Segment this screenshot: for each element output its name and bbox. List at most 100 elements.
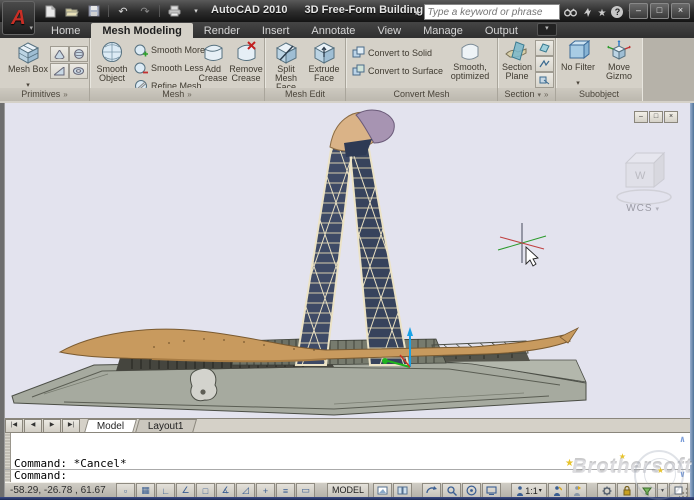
communication-center-icon[interactable] <box>582 7 593 18</box>
smooth-less-button[interactable]: Smooth Less <box>134 60 204 75</box>
mesh-torus-button[interactable] <box>69 63 88 79</box>
ortho-button[interactable]: ∟ <box>156 483 175 498</box>
resize-grip[interactable] <box>679 487 689 497</box>
tab-mesh-modeling[interactable]: Mesh Modeling <box>91 23 192 38</box>
next-tab-button[interactable] <box>43 419 61 433</box>
pan-orbit-button[interactable] <box>422 483 441 498</box>
zoom-button[interactable] <box>442 483 461 498</box>
favorites-star-icon[interactable] <box>598 3 607 21</box>
search-input[interactable] <box>424 4 560 20</box>
autoscale-button[interactable] <box>568 483 587 498</box>
convert-to-solid-button[interactable]: Convert to Solid <box>352 45 432 60</box>
mesh-box-button[interactable]: Mesh Box <box>6 40 50 92</box>
application-menu-button[interactable]: A <box>2 1 35 35</box>
status-tray-dropdown[interactable]: ▾ <box>657 483 668 498</box>
toolbar-lock-button[interactable] <box>617 483 636 498</box>
add-crease-button[interactable]: Add Crease <box>196 40 230 83</box>
drawing-canvas[interactable]: W <box>4 103 690 418</box>
workspace-switching-button[interactable] <box>597 483 616 498</box>
minimize-button[interactable] <box>629 3 648 19</box>
tab-view[interactable]: View <box>366 23 412 38</box>
grid-button[interactable]: ▦ <box>136 483 155 498</box>
section-plane-button[interactable]: Section Plane <box>498 40 536 81</box>
tab-model[interactable]: Model <box>84 419 137 433</box>
drawing-restore-button[interactable] <box>649 111 663 123</box>
extrude-face-icon <box>311 40 337 64</box>
smooth-object-button[interactable]: Smooth Object <box>92 40 132 83</box>
panel-label-convert-mesh[interactable]: Convert Mesh <box>346 88 497 101</box>
dynamic-ucs-button[interactable]: ◿ <box>236 483 255 498</box>
scroll-up-icon[interactable] <box>677 435 688 446</box>
object-snap-tracking-button[interactable]: ∡ <box>216 483 235 498</box>
viewcube[interactable]: W <box>617 153 671 204</box>
add-jog-button[interactable] <box>535 56 554 72</box>
convert-to-surface-icon <box>352 64 365 77</box>
no-filter-button[interactable]: No Filter <box>558 40 598 90</box>
drawing-minimize-button[interactable] <box>634 111 648 123</box>
showmotion-button[interactable] <box>482 483 501 498</box>
panel-flyout-icon[interactable] <box>60 89 67 99</box>
panel-label-mesh-edit[interactable]: Mesh Edit <box>265 88 345 101</box>
close-button[interactable] <box>671 3 690 19</box>
model-space-button[interactable]: MODEL <box>327 483 369 498</box>
generate-section-button[interactable] <box>535 72 554 88</box>
remove-crease-button[interactable]: Remove Crease <box>228 40 264 83</box>
tab-output[interactable]: Output <box>474 23 529 38</box>
tab-render[interactable]: Render <box>193 23 251 38</box>
panel-label-section[interactable]: Section <box>498 88 555 101</box>
undo-icon[interactable]: ↶ <box>115 4 131 18</box>
maximize-button[interactable] <box>650 3 669 19</box>
new-file-icon[interactable] <box>42 4 58 18</box>
tab-home[interactable]: Home <box>40 23 91 38</box>
steering-wheel-button[interactable] <box>462 483 481 498</box>
extrude-face-button[interactable]: Extrude Face <box>305 40 343 83</box>
command-window-handle[interactable] <box>4 433 11 483</box>
redo-icon[interactable]: ↷ <box>137 4 153 18</box>
split-mesh-face-button[interactable]: Split Mesh Face <box>267 40 305 92</box>
mesh-wedge-button[interactable] <box>50 63 69 79</box>
tab-manage[interactable]: Manage <box>412 23 474 38</box>
panel-label-mesh[interactable]: Mesh <box>90 88 264 101</box>
tab-annotate[interactable]: Annotate <box>300 23 366 38</box>
tab-insert[interactable]: Insert <box>251 23 301 38</box>
ribbon-minimize-button[interactable] <box>537 23 557 36</box>
lineweight-button[interactable]: ≡ <box>276 483 295 498</box>
search-binoculars-icon[interactable] <box>564 7 577 17</box>
mesh-sphere-button[interactable] <box>69 46 88 62</box>
wcs-menu[interactable]: WCS <box>626 203 660 214</box>
convert-to-surface-button[interactable]: Convert to Surface <box>352 63 443 78</box>
snap-button[interactable]: ▫ <box>116 483 135 498</box>
smooth-more-button[interactable]: Smooth More <box>134 42 205 57</box>
annotation-visibility-button[interactable] <box>548 483 567 498</box>
panel-flyout-icon[interactable] <box>184 89 191 99</box>
annotation-scale-button[interactable]: 1:1▾ <box>511 483 547 498</box>
open-file-icon[interactable] <box>64 4 80 18</box>
infocenter-collapse-icon[interactable] <box>416 8 420 17</box>
save-icon[interactable] <box>86 4 102 18</box>
panel-label-primitives[interactable]: Primitives <box>0 88 89 101</box>
quick-properties-button[interactable]: ▭ <box>296 483 315 498</box>
plot-icon[interactable] <box>166 4 182 18</box>
command-window[interactable]: Command: *Cancel* Command: Command: *Can… <box>4 432 690 483</box>
panel-flyout-icon[interactable] <box>541 89 548 99</box>
polar-tracking-button[interactable]: ∠ <box>176 483 195 498</box>
tab-layout1[interactable]: Layout1 <box>135 419 197 433</box>
last-tab-button[interactable] <box>62 419 80 433</box>
coordinate-display[interactable]: -58.29, -26.78 , 61.67 <box>10 485 106 496</box>
live-section-button[interactable] <box>535 40 554 56</box>
panel-label-subobject[interactable]: Subobject <box>556 88 642 101</box>
qat-dropdown-icon[interactable]: ▾ <box>188 4 204 18</box>
autocad-logo: A <box>11 8 25 28</box>
quick-view-drawings-button[interactable] <box>393 483 412 498</box>
scroll-down-icon[interactable] <box>677 470 688 481</box>
object-snap-button[interactable]: □ <box>196 483 215 498</box>
first-tab-button[interactable] <box>5 419 23 433</box>
command-input[interactable]: Command: <box>14 470 67 482</box>
drawing-close-button[interactable] <box>664 111 678 123</box>
isolate-objects-button[interactable] <box>637 483 656 498</box>
quick-view-layouts-button[interactable] <box>373 483 392 498</box>
help-icon[interactable] <box>611 6 623 18</box>
dynamic-input-button[interactable]: + <box>256 483 275 498</box>
prev-tab-button[interactable] <box>24 419 42 433</box>
mesh-cone-button[interactable] <box>50 46 69 62</box>
